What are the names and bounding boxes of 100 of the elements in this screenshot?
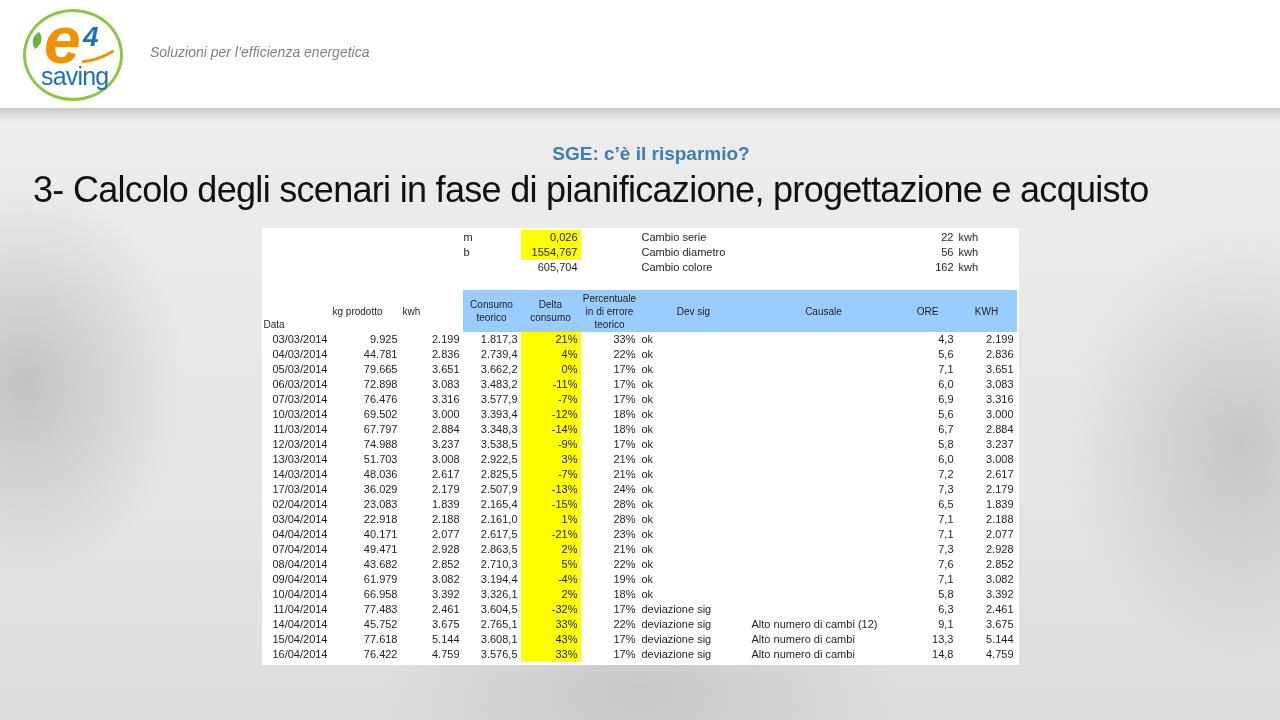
- table-cell-text: 66.958: [362, 587, 399, 602]
- table-cell-text: 1.817,3: [479, 332, 519, 347]
- table-cell-text: 13/03/2014: [271, 452, 329, 467]
- table-cell-text: ok: [640, 347, 655, 362]
- table-cell-text: 6,9: [937, 392, 955, 407]
- table-cell-text: 2.922,5: [479, 452, 519, 467]
- energy-value: 22: [940, 230, 955, 245]
- table-cell-text: 33%: [612, 332, 637, 347]
- table-cell-text: 5,6: [937, 347, 955, 362]
- table-cell-text: 3.608,1: [479, 632, 519, 647]
- table-cell-text: 5.144: [430, 632, 461, 647]
- logo-wordmark: saving: [41, 63, 109, 89]
- unit-label: kwh: [957, 230, 980, 245]
- table-cell-text: 03/04/2014: [271, 512, 329, 527]
- table-cell-text: 3.000: [430, 407, 461, 422]
- table-cell-text: 28%: [612, 497, 637, 512]
- table-cell-text: 3.577,9: [479, 392, 519, 407]
- table-cell-text: 3.082: [430, 572, 461, 587]
- table-cell-text: Alto numero di cambi (12): [750, 617, 879, 632]
- table-cell-text: 3.675: [984, 617, 1015, 632]
- table-cell-text: 3.348,3: [479, 422, 519, 437]
- table-cell-text: 2.165,4: [479, 497, 519, 512]
- table-cell-text: 7,1: [937, 362, 955, 377]
- table-cell-text: 4.759: [430, 647, 461, 662]
- table-cell-text: 02/04/2014: [271, 497, 329, 512]
- table-cell-text: 3.675: [430, 617, 461, 632]
- table-cell-text: 1.839: [430, 497, 461, 512]
- column-header: Causale: [748, 290, 899, 332]
- table-cell-text: ok: [640, 362, 655, 377]
- table-cell-text: 23.083: [362, 497, 399, 512]
- table-cell-text: 74.988: [362, 437, 399, 452]
- table-cell-text: 2.507,9: [479, 482, 519, 497]
- table-cell-text: ok: [640, 407, 655, 422]
- energy-value: 162: [934, 260, 955, 275]
- table-cell-text: 2.199: [984, 332, 1015, 347]
- parameter-label: b: [462, 245, 471, 260]
- column-header: Consumo teorico: [462, 290, 521, 332]
- table-cell-text: 5.144: [984, 632, 1015, 647]
- table-cell-text: 03/03/2014: [271, 332, 329, 347]
- column-header: Percentuale in di errore teorico: [580, 290, 639, 332]
- table-cell-text: 7,1: [937, 527, 955, 542]
- change-label: Cambio serie: [640, 230, 708, 245]
- column-header: KWH: [956, 290, 1017, 332]
- table-cell-text: 76.422: [362, 647, 399, 662]
- table-cell-text: 72.898: [362, 377, 399, 392]
- table-cell-text: ok: [640, 527, 655, 542]
- table-cell: -13%: [520, 482, 581, 497]
- table-cell-text: 18%: [612, 407, 637, 422]
- table-cell-text: 17%: [612, 392, 637, 407]
- logo-letter: e: [44, 18, 81, 62]
- table-cell-text: 3.392: [984, 587, 1015, 602]
- table-cell-text: 2.461: [984, 602, 1015, 617]
- table-cell-text: 18%: [612, 422, 637, 437]
- table-cell-text: 45.752: [362, 617, 399, 632]
- slide-title: 3- Calcolo degli scenari in fase di pianificazione, progettazione e acquisto: [33, 170, 1149, 210]
- table-cell-text: 7,2: [937, 467, 955, 482]
- table-cell-text: 11/03/2014: [272, 422, 329, 437]
- table-cell-text: ok: [640, 377, 655, 392]
- table-cell: -14%: [520, 422, 581, 437]
- table-cell-text: 3.326,1: [479, 587, 519, 602]
- table-cell-text: 9,1: [937, 617, 955, 632]
- slide-subtitle: SGE: c’è il risparmio?: [552, 143, 750, 165]
- table-cell-text: 2.617,5: [479, 527, 519, 542]
- table-cell-text: 6,0: [937, 377, 955, 392]
- table-cell-text: 09/04/2014: [271, 572, 329, 587]
- table-cell-text: 2.852: [430, 557, 461, 572]
- table-cell-text: 3.316: [430, 392, 461, 407]
- table-cell-text: 2.077: [430, 527, 461, 542]
- table-cell: 3%: [520, 452, 581, 467]
- table-cell: 4%: [520, 347, 581, 362]
- table-cell-text: 22%: [612, 347, 637, 362]
- table-cell-text: 67.797: [362, 422, 399, 437]
- table-cell-text: 7,3: [937, 482, 955, 497]
- table-cell-text: 17/03/2014: [271, 482, 329, 497]
- table-cell: -11%: [520, 377, 581, 392]
- table-cell-text: 3.083: [430, 377, 461, 392]
- table-cell-text: 3.008: [430, 452, 461, 467]
- table-cell-text: 14,8: [931, 647, 955, 662]
- table-cell-text: ok: [640, 557, 655, 572]
- table-cell-text: 6,3: [937, 602, 955, 617]
- table-cell-text: ok: [640, 467, 655, 482]
- table-cell-text: 22%: [612, 557, 637, 572]
- table-cell-text: 77.618: [362, 632, 399, 647]
- column-header: Dev sig: [638, 290, 749, 332]
- table-cell-text: 24%: [612, 482, 637, 497]
- table-cell-text: 43.682: [362, 557, 399, 572]
- table-cell-text: 21%: [612, 452, 637, 467]
- table-cell-text: 3.538,5: [479, 437, 519, 452]
- table-cell-text: 04/03/2014: [271, 347, 329, 362]
- table-cell-text: 48.036: [362, 467, 399, 482]
- change-label: Cambio diametro: [640, 245, 727, 260]
- table-cell-text: 2.765,1: [479, 617, 519, 632]
- table-cell: 43%: [520, 632, 581, 647]
- table-cell-text: 2.161,0: [479, 512, 519, 527]
- table-cell-text: 2.461: [430, 602, 461, 617]
- table-cell-text: 2.179: [430, 482, 461, 497]
- table-cell-text: ok: [640, 392, 655, 407]
- table-cell-text: 10/03/2014: [271, 407, 329, 422]
- column-header: kwh: [401, 304, 422, 319]
- column-header: ORE: [898, 290, 957, 332]
